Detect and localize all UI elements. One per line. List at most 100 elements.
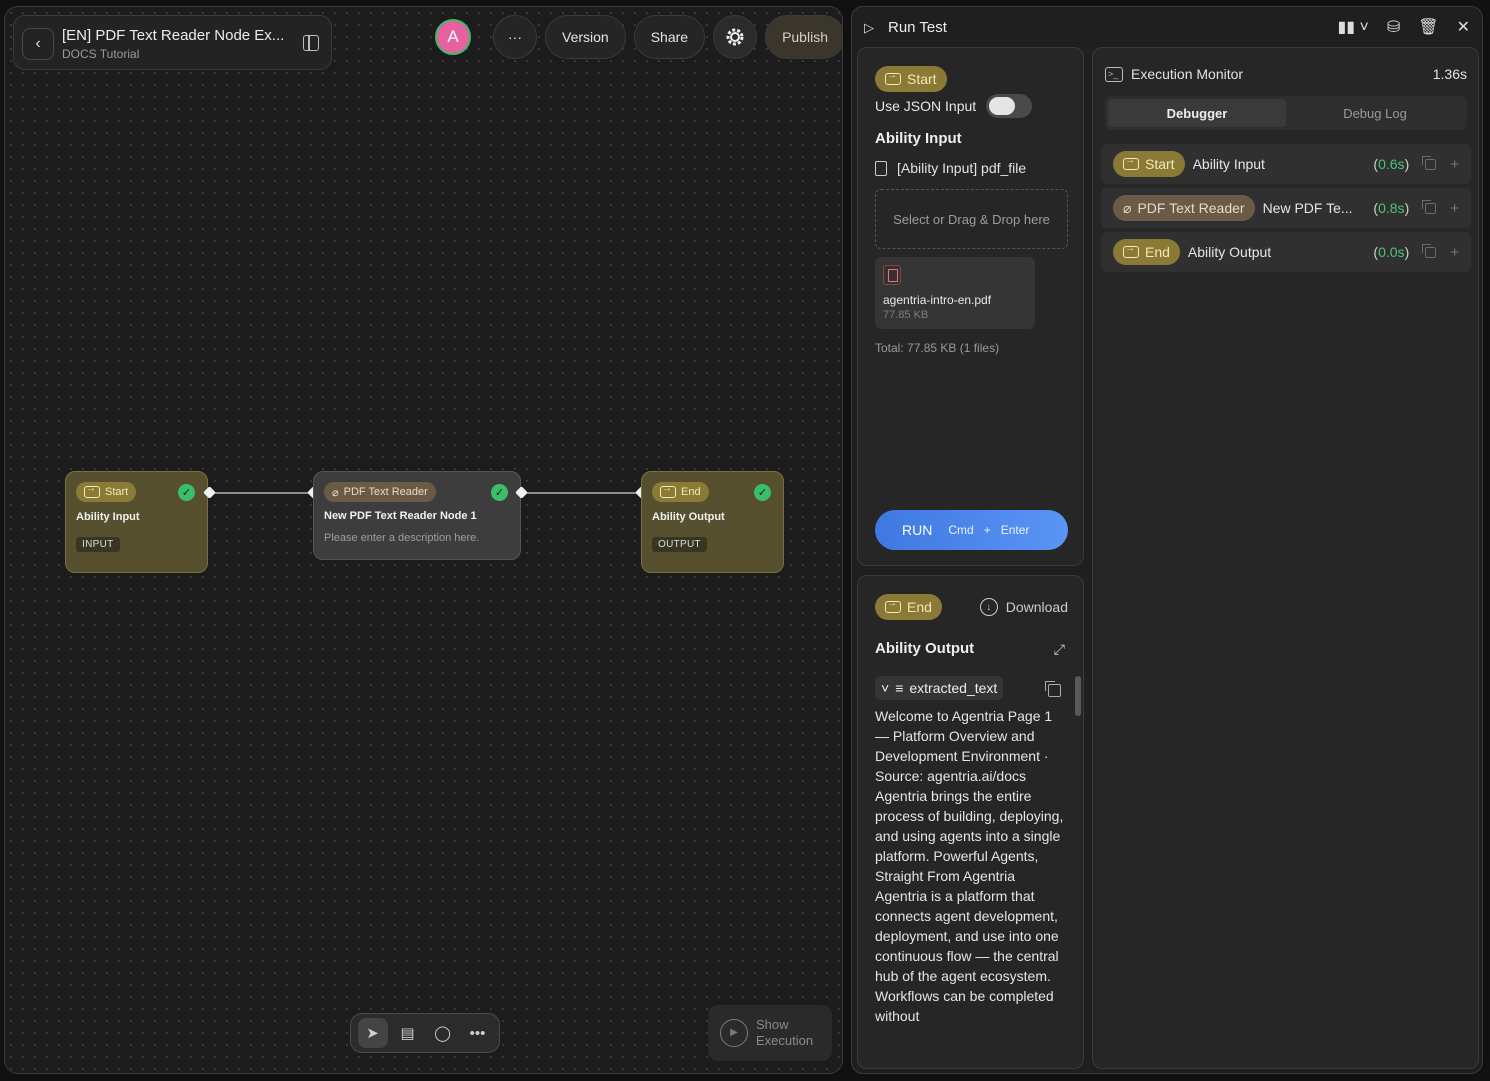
execution-monitor-title-group: >_ Execution Monitor (1105, 66, 1243, 82)
trace-actions: + (1422, 243, 1459, 261)
trace-name: Ability Output (1187, 244, 1272, 260)
document-icon (875, 160, 887, 176)
run-button-label: RUN (902, 522, 933, 538)
more-icon: ••• (469, 1024, 486, 1042)
end-node-badge: End (652, 482, 709, 502)
uploaded-file-name: agentria-intro-en.pdf (883, 293, 992, 307)
run-shortcut: Cmd + Enter (948, 523, 1029, 537)
tab-debug-log[interactable]: Debug Log (1286, 99, 1464, 127)
json-input-label: Use JSON Input (875, 98, 977, 114)
run-test-header-actions: ▮▮ ˅ ⛁ 🗑 ✕ (1337, 17, 1470, 37)
extracted-text-field[interactable]: ˅ ≡ extracted_text (875, 676, 1004, 700)
expand-icon[interactable]: ⤢ (1054, 641, 1065, 658)
comment-tool-button[interactable]: ◯ (428, 1018, 458, 1048)
uploaded-file-chip[interactable]: agentria-intro-en.pdf 77.85 KB (875, 257, 1035, 329)
output-card: End ↓ Download Ability Output ⤢ ˅ ≡ extra… (857, 575, 1084, 1069)
settings-button[interactable] (713, 15, 758, 59)
version-button[interactable]: Version (545, 15, 626, 59)
end-node[interactable]: End ✓ Ability Output OUTPUT (641, 471, 784, 573)
run-test-title: Run Test (888, 19, 947, 36)
share-button[interactable]: Share (633, 15, 706, 59)
more-button[interactable]: ··· (493, 15, 537, 59)
trash-icon[interactable]: 🗑 (1418, 17, 1438, 37)
trace-row[interactable]: ⌀ PDF Text Reader New PDF Te... (0.8s) + (1101, 188, 1471, 228)
start-node-tag: INPUT (76, 537, 120, 552)
play-icon: ▷ (864, 20, 874, 35)
close-icon[interactable]: ✕ (1457, 17, 1470, 37)
pdf-reader-node[interactable]: ⌀ PDF Text Reader ✓ New PDF Text Reader N… (313, 471, 521, 560)
play-icon: ▶ (720, 1019, 748, 1047)
end-node-badge-label: End (681, 486, 701, 498)
copy-icon[interactable] (1422, 199, 1437, 214)
extracted-text-value: Welcome to Agentria Page 1 — Platform Ov… (875, 708, 1064, 1024)
paperclip-icon: ⌀ (332, 486, 339, 499)
trace-time-close: ) (1404, 244, 1410, 260)
trace-time: (0.0s) (1373, 244, 1409, 260)
output-icon (885, 598, 901, 613)
workflow-canvas[interactable]: ‹ [EN] PDF Text Reader Node Ex... DOCS T… (4, 6, 843, 1074)
text-lines-icon: ≡ (895, 680, 904, 696)
execution-total-time: 1.36s (1432, 66, 1467, 82)
ability-output-title: Ability Output (875, 640, 975, 657)
execution-monitor-title: Execution Monitor (1131, 66, 1244, 82)
trace-badge: ⌀ PDF Text Reader (1113, 195, 1255, 221)
back-button[interactable]: ‹ (22, 28, 54, 60)
trace-actions: + (1422, 199, 1459, 217)
workflow-subtitle: DOCS Tutorial (62, 47, 140, 61)
sidebar-toggle-icon[interactable] (303, 35, 319, 51)
trace-row[interactable]: End Ability Output (0.0s) + (1101, 232, 1471, 272)
gear-icon (726, 28, 744, 46)
trace-time-value: 0.8s (1378, 200, 1405, 216)
ability-input-title: Ability Input (875, 130, 962, 147)
uploaded-file-size: 77.85 KB (883, 309, 929, 321)
file-dropzone[interactable]: Select or Drag & Drop here (875, 189, 1068, 249)
comment-icon: ◯ (434, 1025, 451, 1042)
output-scrollbar[interactable] (1075, 676, 1081, 716)
input-start-badge: Start (875, 66, 947, 92)
check-icon: ✓ (491, 484, 508, 501)
plus-icon[interactable]: + (1450, 200, 1459, 217)
trace-badge-label: Start (1145, 156, 1175, 172)
pointer-tool-button[interactable]: ➤ (357, 1018, 388, 1048)
plus-icon[interactable]: + (1450, 244, 1459, 261)
upload-total: Total: 77.85 KB (1 files) (875, 341, 1000, 355)
pdf-node-badge-label: PDF Text Reader (343, 486, 428, 498)
top-actions: A ··· Version Share Publish (435, 15, 842, 59)
input-card: Start Use JSON Input Ability Input [Abil… (857, 47, 1084, 566)
download-icon: ↓ (979, 598, 998, 616)
pdf-file-field-text: [Ability Input] pdf_file (897, 160, 1027, 176)
publish-button[interactable]: Publish (765, 15, 842, 59)
workflow-title-box: ‹ [EN] PDF Text Reader Node Ex... DOCS T… (13, 15, 332, 70)
download-button[interactable]: ↓ Download (979, 598, 1068, 616)
run-button[interactable]: RUN Cmd + Enter (875, 510, 1068, 550)
output-field-row: ˅ ≡ extracted_text (875, 676, 1004, 700)
output-icon (1123, 243, 1139, 258)
check-icon: ✓ (754, 484, 771, 501)
trace-actions: + (1422, 155, 1459, 173)
tab-debugger[interactable]: Debugger (1108, 99, 1286, 127)
show-execution-button[interactable]: ▶ Show Execution (708, 1005, 832, 1061)
json-input-toggle[interactable] (986, 94, 1033, 118)
edge-pdf-to-end (521, 492, 641, 494)
layout-toggle-icon[interactable]: ▮▮ ˅ (1337, 17, 1368, 37)
copy-icon[interactable] (1045, 681, 1061, 697)
copy-icon[interactable] (1422, 243, 1437, 258)
start-node-badge-label: Start (105, 486, 129, 498)
trace-row[interactable]: Start Ability Input (0.6s) + (1101, 144, 1471, 184)
trace-badge-label: End (1145, 244, 1170, 260)
avatar[interactable]: A (435, 19, 471, 55)
database-icon[interactable]: ⛁ (1387, 17, 1400, 37)
input-start-badge-label: Start (907, 71, 937, 87)
run-test-header: ▷ Run Test ▮▮ ˅ ⛁ 🗑 ✕ (852, 7, 1482, 49)
copy-icon[interactable] (1422, 155, 1437, 170)
pdf-file-icon (883, 265, 901, 285)
trace-time: (0.8s) (1373, 200, 1409, 216)
plus-icon[interactable]: + (1450, 156, 1459, 173)
start-node[interactable]: Start ✓ Ability Input INPUT (65, 471, 208, 573)
pdf-node-title: New PDF Text Reader Node 1 (324, 510, 477, 522)
note-tool-button[interactable]: ▤ (393, 1018, 423, 1048)
output-header-row: End ↓ Download (875, 594, 1068, 620)
app-root: ‹ [EN] PDF Text Reader Node Ex... DOCS T… (0, 0, 1490, 1081)
more-tools-button[interactable]: ••• (463, 1018, 493, 1048)
show-execution-label: Show Execution (756, 1017, 813, 1049)
